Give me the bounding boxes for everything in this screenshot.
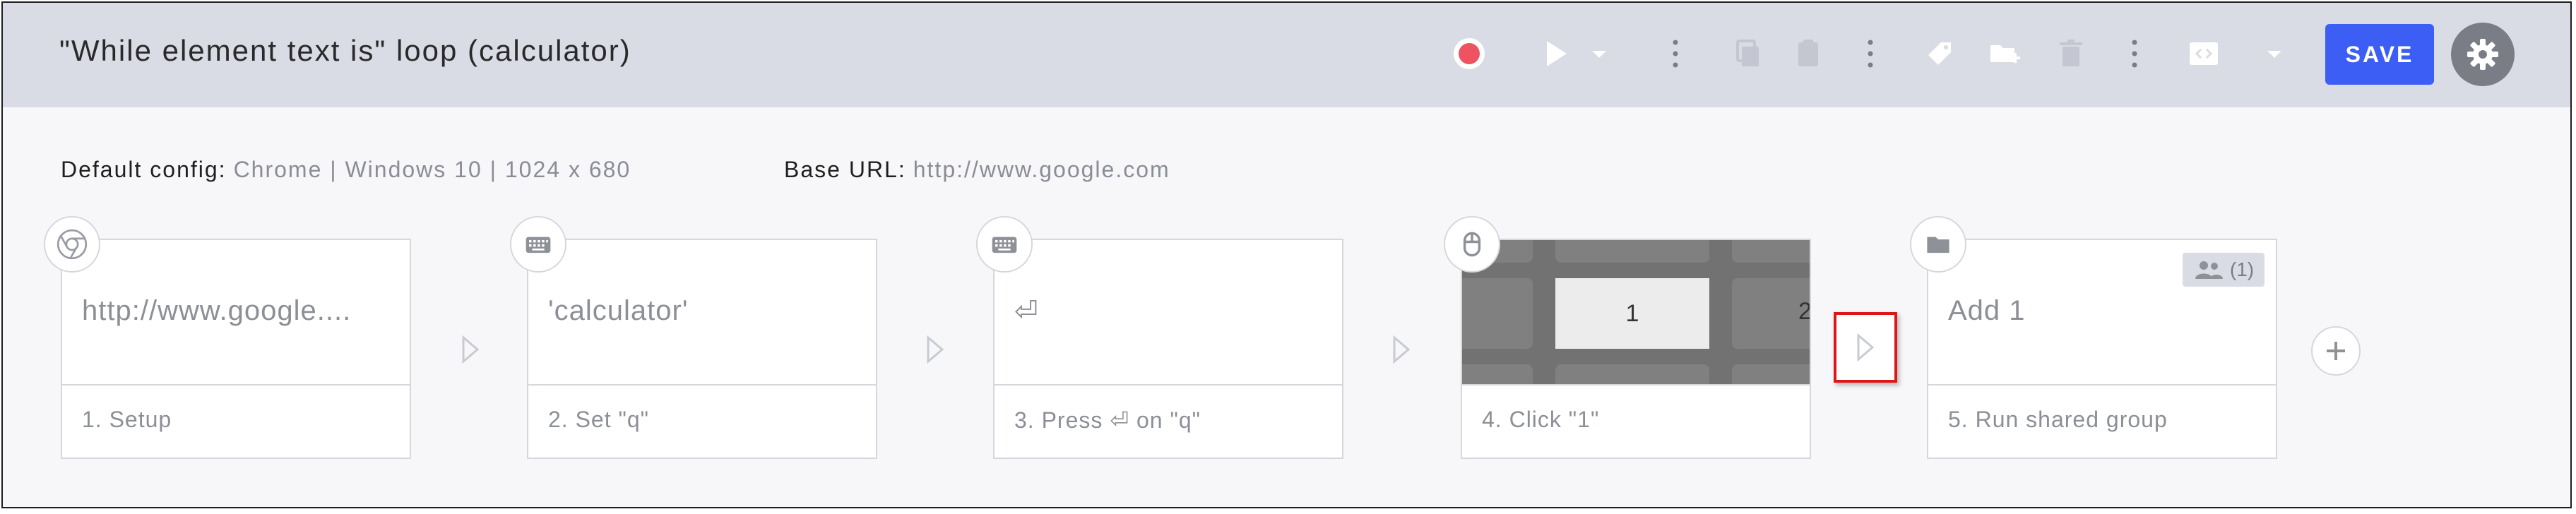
default-config: Default config: Chrome | Windows 10 | 102… <box>61 157 631 183</box>
more-vertical-icon[interactable] <box>1856 32 1884 75</box>
step-label: 3. Press ⏎ on "q" <box>1014 407 1201 433</box>
plus-icon <box>2324 339 2348 363</box>
step-preview-text: 'calculator' <box>548 295 689 326</box>
code-dropdown-icon[interactable] <box>2260 32 2289 75</box>
add-folder-icon[interactable] <box>1983 32 2026 75</box>
step-card-5[interactable]: Add 1 (1) 5. Run shared group <box>1910 216 2277 459</box>
step-arrow-icon <box>922 332 948 367</box>
play-icon[interactable] <box>1534 32 1577 75</box>
step-card-3[interactable]: ⏎ 3. Press ⏎ on "q" <box>976 216 1343 459</box>
default-config-label: Default config: <box>61 157 227 182</box>
screenshot-button-2: 2 <box>1798 298 1810 325</box>
step-label: 1. Setup <box>82 407 172 432</box>
step-preview: Add 1 (1) <box>1928 240 2276 386</box>
step-arrow-icon <box>1853 330 1878 365</box>
step-preview-text: ⏎ <box>1014 296 1039 327</box>
folder-icon <box>1910 216 1966 273</box>
base-url: Base URL: http://www.google.com <box>784 157 1170 183</box>
paste-icon[interactable] <box>1787 32 1829 75</box>
keyboard-icon <box>976 216 1033 273</box>
play-dropdown-icon[interactable] <box>1585 32 1613 75</box>
step-preview: 1 2 <box>1462 240 1810 386</box>
shared-group-badge[interactable]: (1) <box>2183 253 2265 287</box>
delete-icon[interactable] <box>2050 32 2092 75</box>
step-arrow-icon <box>1389 332 1414 367</box>
step-preview: ⏎ <box>995 240 1342 386</box>
step-card-1[interactable]: http://www.google.... 1. Setup <box>44 216 411 459</box>
copy-icon[interactable] <box>1726 32 1769 75</box>
mouse-icon <box>1444 216 1500 273</box>
code-icon[interactable] <box>2183 32 2225 75</box>
screenshot-button-1: 1 <box>1555 278 1709 349</box>
users-icon <box>2193 259 2224 280</box>
app-window: "While element text is" loop (calculator… <box>1 1 2572 508</box>
step-preview-text: Add 1 <box>1948 295 2026 326</box>
step-card-4[interactable]: 1 2 4. Click "1" <box>1444 216 1811 459</box>
keyboard-icon <box>510 216 566 273</box>
step-preview: 'calculator' <box>528 240 876 386</box>
step-label: 4. Click "1" <box>1482 407 1600 432</box>
step-preview-text: http://www.google.... <box>82 295 352 326</box>
step-label: 2. Set "q" <box>548 407 650 432</box>
step-arrow-icon <box>458 332 483 367</box>
shared-count: (1) <box>2229 258 2255 280</box>
gear-icon <box>2464 36 2501 73</box>
header-bar: "While element text is" loop (calculator… <box>3 3 2570 107</box>
step-preview: http://www.google.... <box>62 240 410 386</box>
test-title[interactable]: "While element text is" loop (calculator… <box>59 34 631 68</box>
step-label: 5. Run shared group <box>1948 407 2168 432</box>
record-icon[interactable] <box>1448 32 1490 75</box>
step-screenshot: 1 2 <box>1462 240 1810 384</box>
settings-button[interactable] <box>2451 23 2515 86</box>
more-vertical-icon[interactable] <box>2120 32 2149 75</box>
more-vertical-icon[interactable] <box>1661 32 1690 75</box>
base-url-label: Base URL: <box>784 157 906 182</box>
base-url-value[interactable]: http://www.google.com <box>913 157 1170 182</box>
default-config-value[interactable]: Chrome | Windows 10 | 1024 x 680 <box>234 157 631 182</box>
step-card-2[interactable]: 'calculator' 2. Set "q" <box>510 216 877 459</box>
chrome-icon <box>44 216 100 273</box>
highlighted-step-arrow[interactable] <box>1834 312 1897 383</box>
save-button[interactable]: SAVE <box>2325 24 2434 85</box>
tag-icon[interactable] <box>1918 32 1961 75</box>
add-step-button[interactable] <box>2311 326 2361 376</box>
